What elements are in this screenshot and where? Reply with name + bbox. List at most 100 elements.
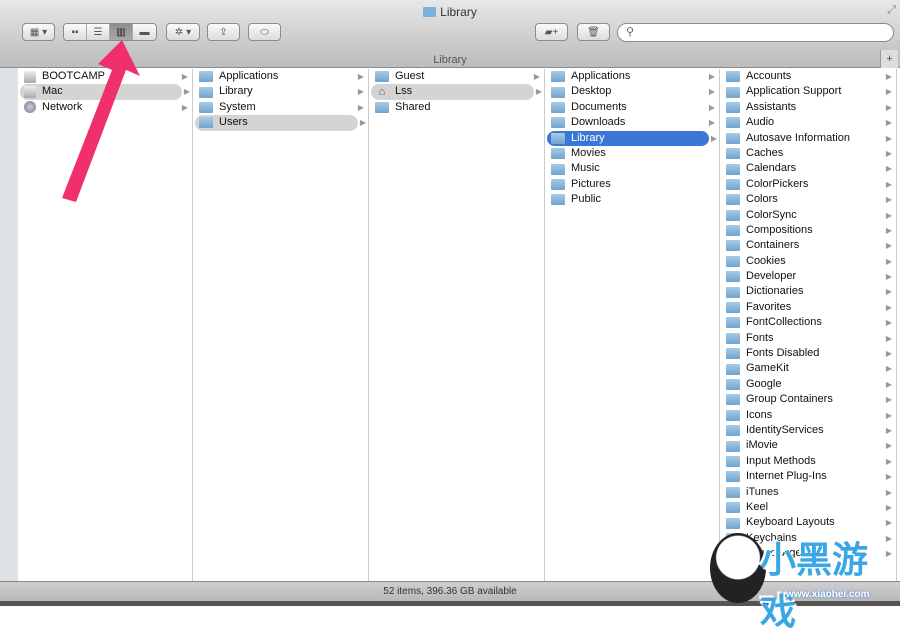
list-item[interactable]: Fonts ▶ xyxy=(720,331,896,346)
list-item[interactable]: Library ▶ xyxy=(547,130,717,146)
list-item[interactable]: BOOTCAMP ▶ xyxy=(18,69,192,84)
list-item[interactable]: Containers ▶ xyxy=(720,238,896,253)
icon-view-button[interactable]: ▪▪ xyxy=(64,24,87,40)
arrange-button[interactable]: ▦ ▾ xyxy=(22,23,55,41)
list-item[interactable]: ColorPickers ▶ xyxy=(720,177,896,192)
search-input[interactable]: ⚲ xyxy=(617,23,894,42)
item-label: Accounts xyxy=(746,70,792,82)
folder-icon xyxy=(726,209,740,221)
disclosure-arrow-icon: ▶ xyxy=(885,148,892,158)
list-item[interactable]: Guest ▶ xyxy=(369,69,544,84)
list-item[interactable]: Users ▶ xyxy=(195,115,366,131)
disclosure-arrow-icon: ▶ xyxy=(885,241,892,251)
folder-icon xyxy=(726,148,740,160)
folder-icon xyxy=(726,302,740,314)
list-item[interactable]: Audio ▶ xyxy=(720,115,896,130)
list-item[interactable]: Applications ▶ xyxy=(193,69,368,84)
item-label: Icons xyxy=(746,408,773,421)
list-item[interactable]: IdentityServices ▶ xyxy=(720,423,896,438)
list-item[interactable]: Desktop ▶ xyxy=(545,84,719,99)
list-item[interactable]: Internet Plug-Ins ▶ xyxy=(720,469,896,484)
list-item[interactable]: System ▶ xyxy=(193,100,368,115)
list-item[interactable]: FontCollections ▶ xyxy=(720,315,896,330)
folder-icon xyxy=(551,148,565,160)
disclosure-arrow-icon: ▶ xyxy=(885,502,892,512)
disclosure-arrow-icon: ▶ xyxy=(885,472,892,482)
list-item[interactable]: Library ▶ xyxy=(193,84,368,99)
list-item[interactable]: Compositions ▶ xyxy=(720,223,896,238)
list-item[interactable]: Application Support ▶ xyxy=(720,84,896,99)
add-column-button[interactable]: + xyxy=(880,50,898,68)
list-item[interactable]: Favorites ▶ xyxy=(720,300,896,315)
list-item[interactable]: Google ▶ xyxy=(720,377,896,392)
list-item[interactable]: Colors ▶ xyxy=(720,192,896,207)
fullscreen-button[interactable]: ⤢ xyxy=(887,4,896,17)
tags-button[interactable]: ⬭ xyxy=(248,23,281,41)
folder-icon xyxy=(726,225,740,237)
list-item[interactable]: Accounts ▶ xyxy=(720,69,896,84)
item-label: Cookies xyxy=(746,254,786,267)
list-item[interactable]: Calendars ▶ xyxy=(720,161,896,176)
item-label: Caches xyxy=(746,146,784,159)
folder-icon xyxy=(726,455,740,467)
list-item[interactable]: Assistants ▶ xyxy=(720,100,896,115)
list-item[interactable]: Network ▶ xyxy=(18,100,192,115)
window-bottom-edge xyxy=(0,601,900,606)
view-mode-control[interactable]: ▪▪ ☰ ▥ ▬ xyxy=(63,23,157,41)
item-label: Movies xyxy=(571,146,606,159)
disclosure-arrow-icon: ▶ xyxy=(885,287,892,297)
item-label: Favorites xyxy=(746,300,792,313)
folder-icon xyxy=(551,86,565,98)
item-label: iTunes xyxy=(746,485,779,498)
disclosure-arrow-icon: ▶ xyxy=(885,71,892,81)
disclosure-arrow-icon: ▶ xyxy=(885,456,892,466)
list-item[interactable]: Fonts Disabled ▶ xyxy=(720,346,896,361)
list-item[interactable]: Keyboard Layouts ▶ xyxy=(720,515,896,530)
column-view-button[interactable]: ▥ xyxy=(110,24,133,40)
list-item[interactable]: Cookies ▶ xyxy=(720,254,896,269)
folder-icon xyxy=(726,532,740,544)
folder-icon xyxy=(726,240,740,252)
list-item[interactable]: Group Containers ▶ xyxy=(720,392,896,407)
coverflow-view-button[interactable]: ▬ xyxy=(133,24,156,40)
list-view-button[interactable]: ☰ xyxy=(87,24,110,40)
share-button[interactable]: ⇪ xyxy=(207,23,240,41)
list-item[interactable]: Pictures xyxy=(545,177,719,192)
list-item[interactable]: Autosave Information ▶ xyxy=(720,131,896,146)
trash-button[interactable]: 🗑 xyxy=(577,23,610,41)
list-item[interactable]: ⌂ Lss ▶ xyxy=(371,84,542,100)
list-item[interactable]: Downloads ▶ xyxy=(545,115,719,130)
list-item[interactable]: LaunchAgents ▶ xyxy=(720,546,896,561)
list-item[interactable]: Input Methods ▶ xyxy=(720,454,896,469)
list-item[interactable]: Caches ▶ xyxy=(720,146,896,161)
list-item[interactable]: Shared xyxy=(369,100,544,115)
window-title: Library xyxy=(0,5,900,19)
new-folder-button[interactable]: ▰+ xyxy=(535,23,568,41)
folder-icon xyxy=(726,332,740,344)
list-item[interactable]: Dictionaries ▶ xyxy=(720,284,896,299)
list-item[interactable]: Music xyxy=(545,161,719,176)
disclosure-arrow-icon: ▶ xyxy=(885,302,892,312)
disclosure-arrow-icon: ▶ xyxy=(359,118,366,128)
list-item[interactable]: Keel ▶ xyxy=(720,500,896,515)
list-item[interactable]: Icons ▶ xyxy=(720,408,896,423)
item-label: Calendars xyxy=(746,162,797,175)
list-item[interactable]: Public xyxy=(545,192,719,207)
browser-column: Applications ▶ Library ▶ System ▶ Users ▶ xyxy=(193,69,369,581)
list-item[interactable]: ColorSync ▶ xyxy=(720,208,896,223)
item-label: Application Support xyxy=(746,85,842,98)
item-label: Music xyxy=(571,162,600,175)
list-item[interactable]: GameKit ▶ xyxy=(720,361,896,376)
disclosure-arrow-icon: ▶ xyxy=(885,364,892,374)
list-item[interactable]: Keychains ▶ xyxy=(720,531,896,546)
list-item[interactable]: Mac ▶ xyxy=(20,84,190,100)
disclosure-arrow-icon: ▶ xyxy=(885,441,892,451)
list-item[interactable]: Movies xyxy=(545,146,719,161)
list-item[interactable]: Applications ▶ xyxy=(545,69,719,84)
list-item[interactable]: Developer ▶ xyxy=(720,269,896,284)
folder-icon xyxy=(551,132,565,144)
list-item[interactable]: iTunes ▶ xyxy=(720,485,896,500)
list-item[interactable]: Documents ▶ xyxy=(545,100,719,115)
list-item[interactable]: iMovie ▶ xyxy=(720,438,896,453)
action-button[interactable]: ✲ ▾ xyxy=(166,23,200,41)
